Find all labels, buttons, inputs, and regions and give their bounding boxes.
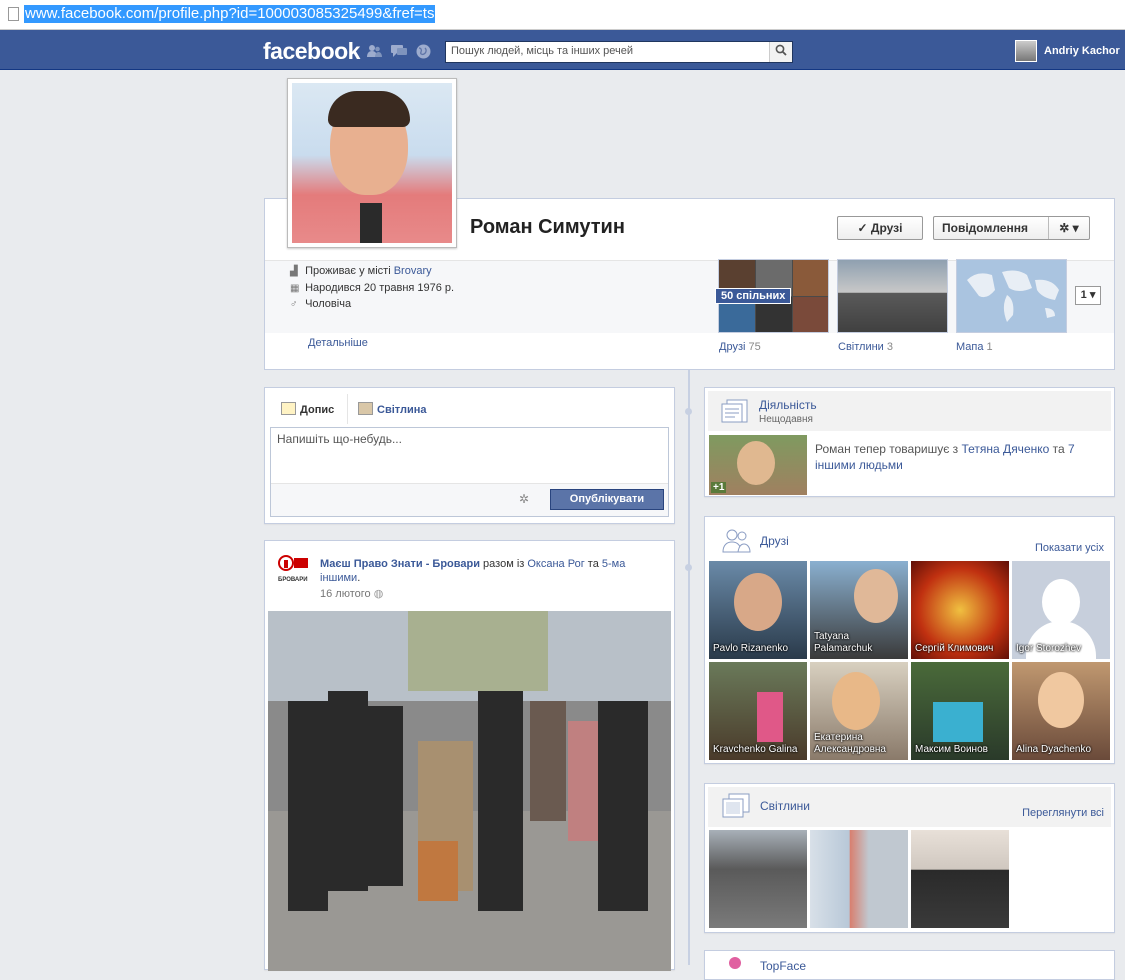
- post-photo[interactable]: [268, 611, 671, 971]
- friend-tile[interactable]: Alina Dyachenko: [1012, 662, 1110, 760]
- gender-line: ♂ Чоловіча: [290, 298, 352, 310]
- post-header: Маєш Право Знати - Бровари разом із Окса…: [320, 558, 626, 584]
- friends-card: Друзі Показати усіх Pavlo Rizanenko Taty…: [704, 516, 1115, 764]
- user-name-link[interactable]: Andriy Kachor: [1044, 45, 1120, 57]
- post-date[interactable]: 16 лютого ◍: [320, 587, 383, 600]
- activity-subtitle: Нещодавня: [759, 414, 813, 425]
- friend-tile[interactable]: Tatyana Palamarchuk: [810, 561, 908, 659]
- birthday-line: ▦ Народився 20 травня 1976 р.: [290, 282, 455, 294]
- post-author-link[interactable]: Маєш Право Знати - Бровари: [320, 558, 480, 570]
- friend-tile[interactable]: Максим Воинов: [911, 662, 1009, 760]
- friend-tile[interactable]: Екатерина Александровна: [810, 662, 908, 760]
- gear-icon[interactable]: ✲ ▾: [1048, 217, 1089, 239]
- friend-requests-icon[interactable]: [366, 44, 382, 58]
- friend-tile[interactable]: Сергій Климович: [911, 561, 1009, 659]
- profile-picture[interactable]: [287, 78, 457, 248]
- facebook-logo[interactable]: facebook: [263, 38, 360, 65]
- timeline-dot: [685, 564, 692, 571]
- photo-thumbnail[interactable]: [709, 830, 807, 928]
- lives-in-line: ▟ Проживає у місті Brovary: [290, 265, 432, 277]
- friend-tile[interactable]: Igor Storozhev: [1012, 561, 1110, 659]
- post-icon: [281, 402, 296, 415]
- home-icon: ▟: [290, 266, 298, 277]
- friends-group-icon: [721, 527, 751, 553]
- photos-title[interactable]: Світлини: [760, 799, 810, 813]
- photo-icon: [358, 402, 373, 415]
- message-button-label: Повідомлення: [942, 221, 1028, 235]
- tab-post[interactable]: Допис: [281, 402, 334, 416]
- activity-count-badge: +1: [711, 482, 727, 493]
- mutual-friends-badge[interactable]: 50 спільних: [715, 288, 792, 304]
- friends-title[interactable]: Друзі: [760, 534, 789, 548]
- friend-tile[interactable]: Kravchenko Galina: [709, 662, 807, 760]
- activity-title[interactable]: Діяльність: [759, 398, 817, 412]
- globe-privacy-icon: ◍: [373, 588, 384, 600]
- browser-url-bar[interactable]: www.facebook.com/profile.php?id=10000308…: [0, 0, 1125, 30]
- photos-thumbnail[interactable]: [837, 259, 948, 333]
- photos-card: Світлини Переглянути всі: [704, 783, 1115, 933]
- search-input[interactable]: [446, 42, 776, 60]
- search-box: [445, 41, 793, 63]
- map-thumbnail[interactable]: [956, 259, 1067, 333]
- profile-name[interactable]: Роман Симутин: [470, 216, 625, 239]
- city-link[interactable]: Brovary: [394, 265, 432, 277]
- friends-section-label[interactable]: Друзі 75: [719, 341, 761, 353]
- timeline-dot: [685, 408, 692, 415]
- photos-icon: [721, 792, 750, 818]
- url-text[interactable]: www.facebook.com/profile.php?id=10000308…: [24, 5, 436, 23]
- audience-gear-icon[interactable]: ✲: [519, 492, 529, 506]
- profile-photo-image: [292, 83, 452, 243]
- messages-icon[interactable]: [391, 44, 407, 58]
- composer-footer: ✲ Опублікувати: [271, 483, 668, 516]
- magnifier-icon: [775, 44, 787, 56]
- activity-friend-photo[interactable]: +1: [709, 435, 807, 495]
- app-icon: [729, 957, 741, 969]
- message-button[interactable]: Повідомлення ✲ ▾: [933, 216, 1090, 240]
- map-section-label[interactable]: Мапа 1: [956, 341, 993, 353]
- see-all-friends-link[interactable]: Показати усіх: [1035, 542, 1104, 554]
- gender-male-icon: ♂: [290, 299, 298, 310]
- timeline-spine: [688, 370, 690, 965]
- activity-friend-link[interactable]: Тетяна Дяченко: [962, 442, 1050, 456]
- friend-tile[interactable]: Pavlo Rizanenko: [709, 561, 807, 659]
- composer-card: Допис Світлина ✲ Опублікувати: [264, 387, 675, 524]
- photo-thumbnail[interactable]: [810, 830, 908, 928]
- publish-button[interactable]: Опублікувати: [550, 489, 664, 510]
- next-card-title[interactable]: TopFace: [760, 959, 806, 973]
- timeline-post: БРОВАРИ Маєш Право Знати - Бровари разом…: [264, 540, 675, 971]
- user-avatar[interactable]: [1015, 40, 1037, 62]
- search-button[interactable]: [769, 42, 792, 62]
- top-navigation-bar: facebook Andriy Kachor: [0, 30, 1125, 70]
- tagged-person-link[interactable]: Оксана Рог: [527, 558, 584, 570]
- page-icon: [8, 7, 19, 21]
- details-link[interactable]: Детальніше: [308, 337, 368, 349]
- page-avatar[interactable]: БРОВАРИ: [278, 555, 310, 587]
- more-sections-dropdown[interactable]: 1 ▾: [1075, 286, 1101, 305]
- activity-icon: [721, 398, 748, 423]
- photo-thumbnail[interactable]: [911, 830, 1009, 928]
- activity-card: Діяльність Нещодавня +1 Роман тепер това…: [704, 387, 1115, 497]
- friends-button[interactable]: ✓ Друзі: [837, 216, 923, 240]
- see-all-photos-link[interactable]: Переглянути всі: [1022, 807, 1104, 819]
- calendar-icon: ▦: [290, 283, 300, 294]
- notifications-globe-icon[interactable]: [416, 44, 432, 59]
- photos-section-label[interactable]: Світлини 3: [838, 341, 893, 353]
- tab-photo[interactable]: Світлина: [358, 402, 427, 416]
- composer-box: ✲ Опублікувати: [270, 427, 669, 517]
- activity-text: Роман тепер товаришує з Тетяна Дяченко т…: [815, 442, 1075, 472]
- status-input[interactable]: [271, 428, 663, 486]
- next-app-card: TopFace: [704, 950, 1115, 980]
